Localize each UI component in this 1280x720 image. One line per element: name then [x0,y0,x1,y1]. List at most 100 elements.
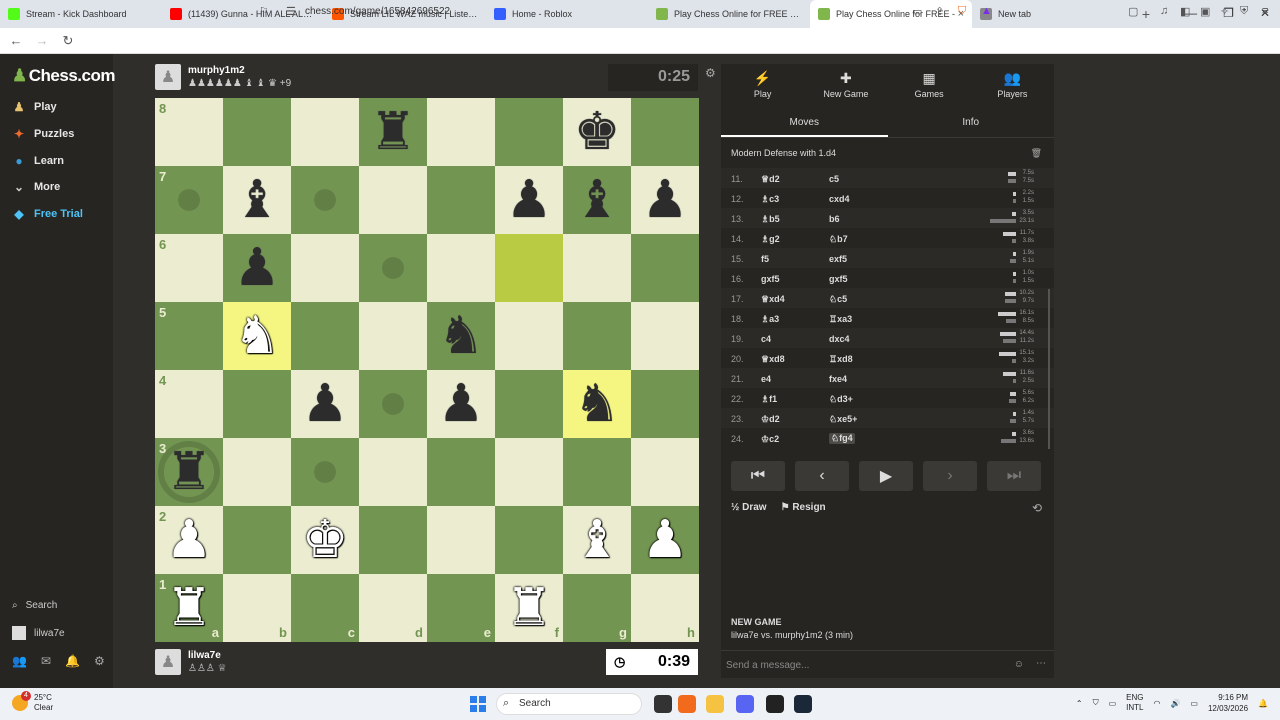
draw-button[interactable]: ½ Draw [731,502,767,513]
white-move[interactable]: e4 [761,374,771,384]
board-square-h7[interactable]: ♟ [631,166,699,234]
white-rook-icon[interactable]: ♜ [506,582,553,634]
browser-tab[interactable]: Home - Roblox [486,0,648,28]
settings-icon[interactable]: ⚙ [94,654,105,668]
black-move[interactable]: c5 [829,174,839,184]
board-square-h2[interactable]: ♟ [631,506,699,574]
white-move[interactable]: ♔c2 [761,434,779,445]
board-square-g8[interactable]: ♚ [563,98,631,166]
board-square-d8[interactable]: ♜ [359,98,427,166]
white-move[interactable]: ♕xd4 [761,294,785,305]
black-move[interactable]: gxf5 [829,274,848,284]
board-square-e5[interactable]: ♞ [427,302,495,370]
volume-icon[interactable]: 🔊 [1170,699,1180,708]
board-square-b2[interactable] [223,506,291,574]
back-icon[interactable]: ← [6,33,26,48]
board-square-a4[interactable]: 4 [155,370,223,438]
board-square-f2[interactable] [495,506,563,574]
top-player-name[interactable]: murphy1m2 [188,65,291,76]
white-king-icon[interactable]: ♚ [302,514,349,566]
white-knight-icon[interactable]: ♞ [234,310,281,362]
black-move[interactable]: b6 [829,214,840,224]
black-move[interactable]: fxe4 [829,374,847,384]
board-square-e7[interactable] [427,166,495,234]
board-square-f1[interactable]: f ♜ [495,574,563,642]
browser-tab[interactable]: Play Chess Online for FREE - × [810,0,972,28]
tab-games[interactable]: ▦ Games [888,64,971,104]
black-move[interactable]: ♘xe5+ [829,414,857,425]
reload-icon[interactable]: ↻ [58,33,78,49]
brave-icon[interactable] [678,695,696,713]
menu-icon[interactable]: ≡ [1262,5,1268,17]
board-square-b7[interactable]: ♝ [223,166,291,234]
board-square-b3[interactable] [223,438,291,506]
white-move[interactable]: ♕d2 [761,174,780,185]
board-square-d6[interactable] [359,234,427,302]
board-square-f5[interactable] [495,302,563,370]
board-square-d1[interactable]: d [359,574,427,642]
black-pawn-icon[interactable]: ♟ [234,242,281,294]
board-square-h3[interactable] [631,438,699,506]
black-move[interactable]: ♘d3+ [829,394,853,405]
friends-icon[interactable]: 👥 [12,654,27,668]
sidebar-search[interactable]: ⌕ Search [12,600,57,611]
board-square-c4[interactable]: ♟ [291,370,359,438]
chess-logo[interactable]: ♟ Chess.com [12,66,115,86]
board-square-f7[interactable]: ♟ [495,166,563,234]
avatar[interactable]: ♟ [155,64,181,90]
vpn-tray-icon[interactable]: ⛉ [1093,698,1099,708]
board-square-g6[interactable] [563,234,631,302]
sidebar-item-more[interactable]: ⌄ More [12,180,60,194]
trash-icon[interactable]: 🗑 [1031,148,1042,159]
brave-rewards-icon[interactable]: ▲ [981,5,992,17]
browser-tab[interactable]: New tab [972,0,1134,28]
white-pawn-icon[interactable]: ♟ [642,514,689,566]
board-square-g3[interactable] [563,438,631,506]
board-square-c7[interactable] [291,166,359,234]
board-square-e6[interactable] [427,234,495,302]
board-square-e8[interactable] [427,98,495,166]
play-button[interactable]: ▶ [859,461,913,491]
black-rook-icon[interactable]: ♜ [370,106,417,158]
reader-icon[interactable]: ◧ [1180,5,1190,18]
white-move[interactable]: ♗b5 [761,214,780,225]
board-square-b5[interactable]: ♞ [223,302,291,370]
extensions-icon[interactable]: ✧ [1220,5,1229,18]
chatgpt-icon[interactable] [766,695,784,713]
board-square-b6[interactable]: ♟ [223,234,291,302]
file-explorer-icon[interactable] [706,695,724,713]
tab-info[interactable]: Info [888,110,1055,137]
black-move[interactable]: dxc4 [829,334,850,344]
browser-tab[interactable]: Stream - Kick Dashboard [0,0,162,28]
tab-play[interactable]: ⚡ Play [721,64,804,104]
black-move[interactable]: cxd4 [829,194,850,204]
board-square-c6[interactable] [291,234,359,302]
music-icon[interactable]: ♫ [1160,5,1168,17]
black-king-icon[interactable]: ♚ [574,106,621,158]
brave-shield-icon[interactable]: ⛉ [958,5,966,18]
chat-input[interactable]: Send a message... ☺ ⋯ [721,650,1054,678]
chevron-up-icon[interactable]: ⌃ [1076,699,1083,708]
language-indicator[interactable]: ENG INTL [1126,693,1143,713]
board-square-e4[interactable]: ♟ [427,370,495,438]
bottom-player-name[interactable]: lilwa7e [188,650,227,661]
sidebar-user[interactable]: lilwa7e [12,626,65,640]
move-list-scrollbar[interactable] [1048,289,1050,449]
white-move[interactable]: ♗c3 [761,194,779,205]
board-square-d2[interactable] [359,506,427,574]
sidebar-toggle-icon[interactable]: ▢ [1128,5,1138,18]
task-view-icon[interactable] [654,695,672,713]
black-knight-icon[interactable]: ♞ [574,378,621,430]
board-square-g7[interactable]: ♝ [563,166,631,234]
board-square-h6[interactable] [631,234,699,302]
white-move[interactable]: ♔d2 [761,414,780,425]
messages-icon[interactable]: ✉ [41,654,51,668]
board-square-a2[interactable]: 2 ♟ [155,506,223,574]
chess-board[interactable]: 8 ♜ ♚ 7 ♝ ♟ ♝ ♟ 6 ♟ 5 ♞ ♞ 4 ♟ ♟ ♞ 3 ♜ 2 ♟ ♚ ♝ ♟ 1 a ♜ b c d e f ♜ g h [155,98,699,642]
url-field[interactable]: chess.com/game/165842696522 [305,6,450,17]
weather-widget[interactable]: 4 25°C Clear [12,691,53,713]
tab-moves[interactable]: Moves [721,110,888,137]
white-move[interactable]: ♗a3 [761,314,779,325]
board-square-h5[interactable] [631,302,699,370]
board-square-g2[interactable]: ♝ [563,506,631,574]
